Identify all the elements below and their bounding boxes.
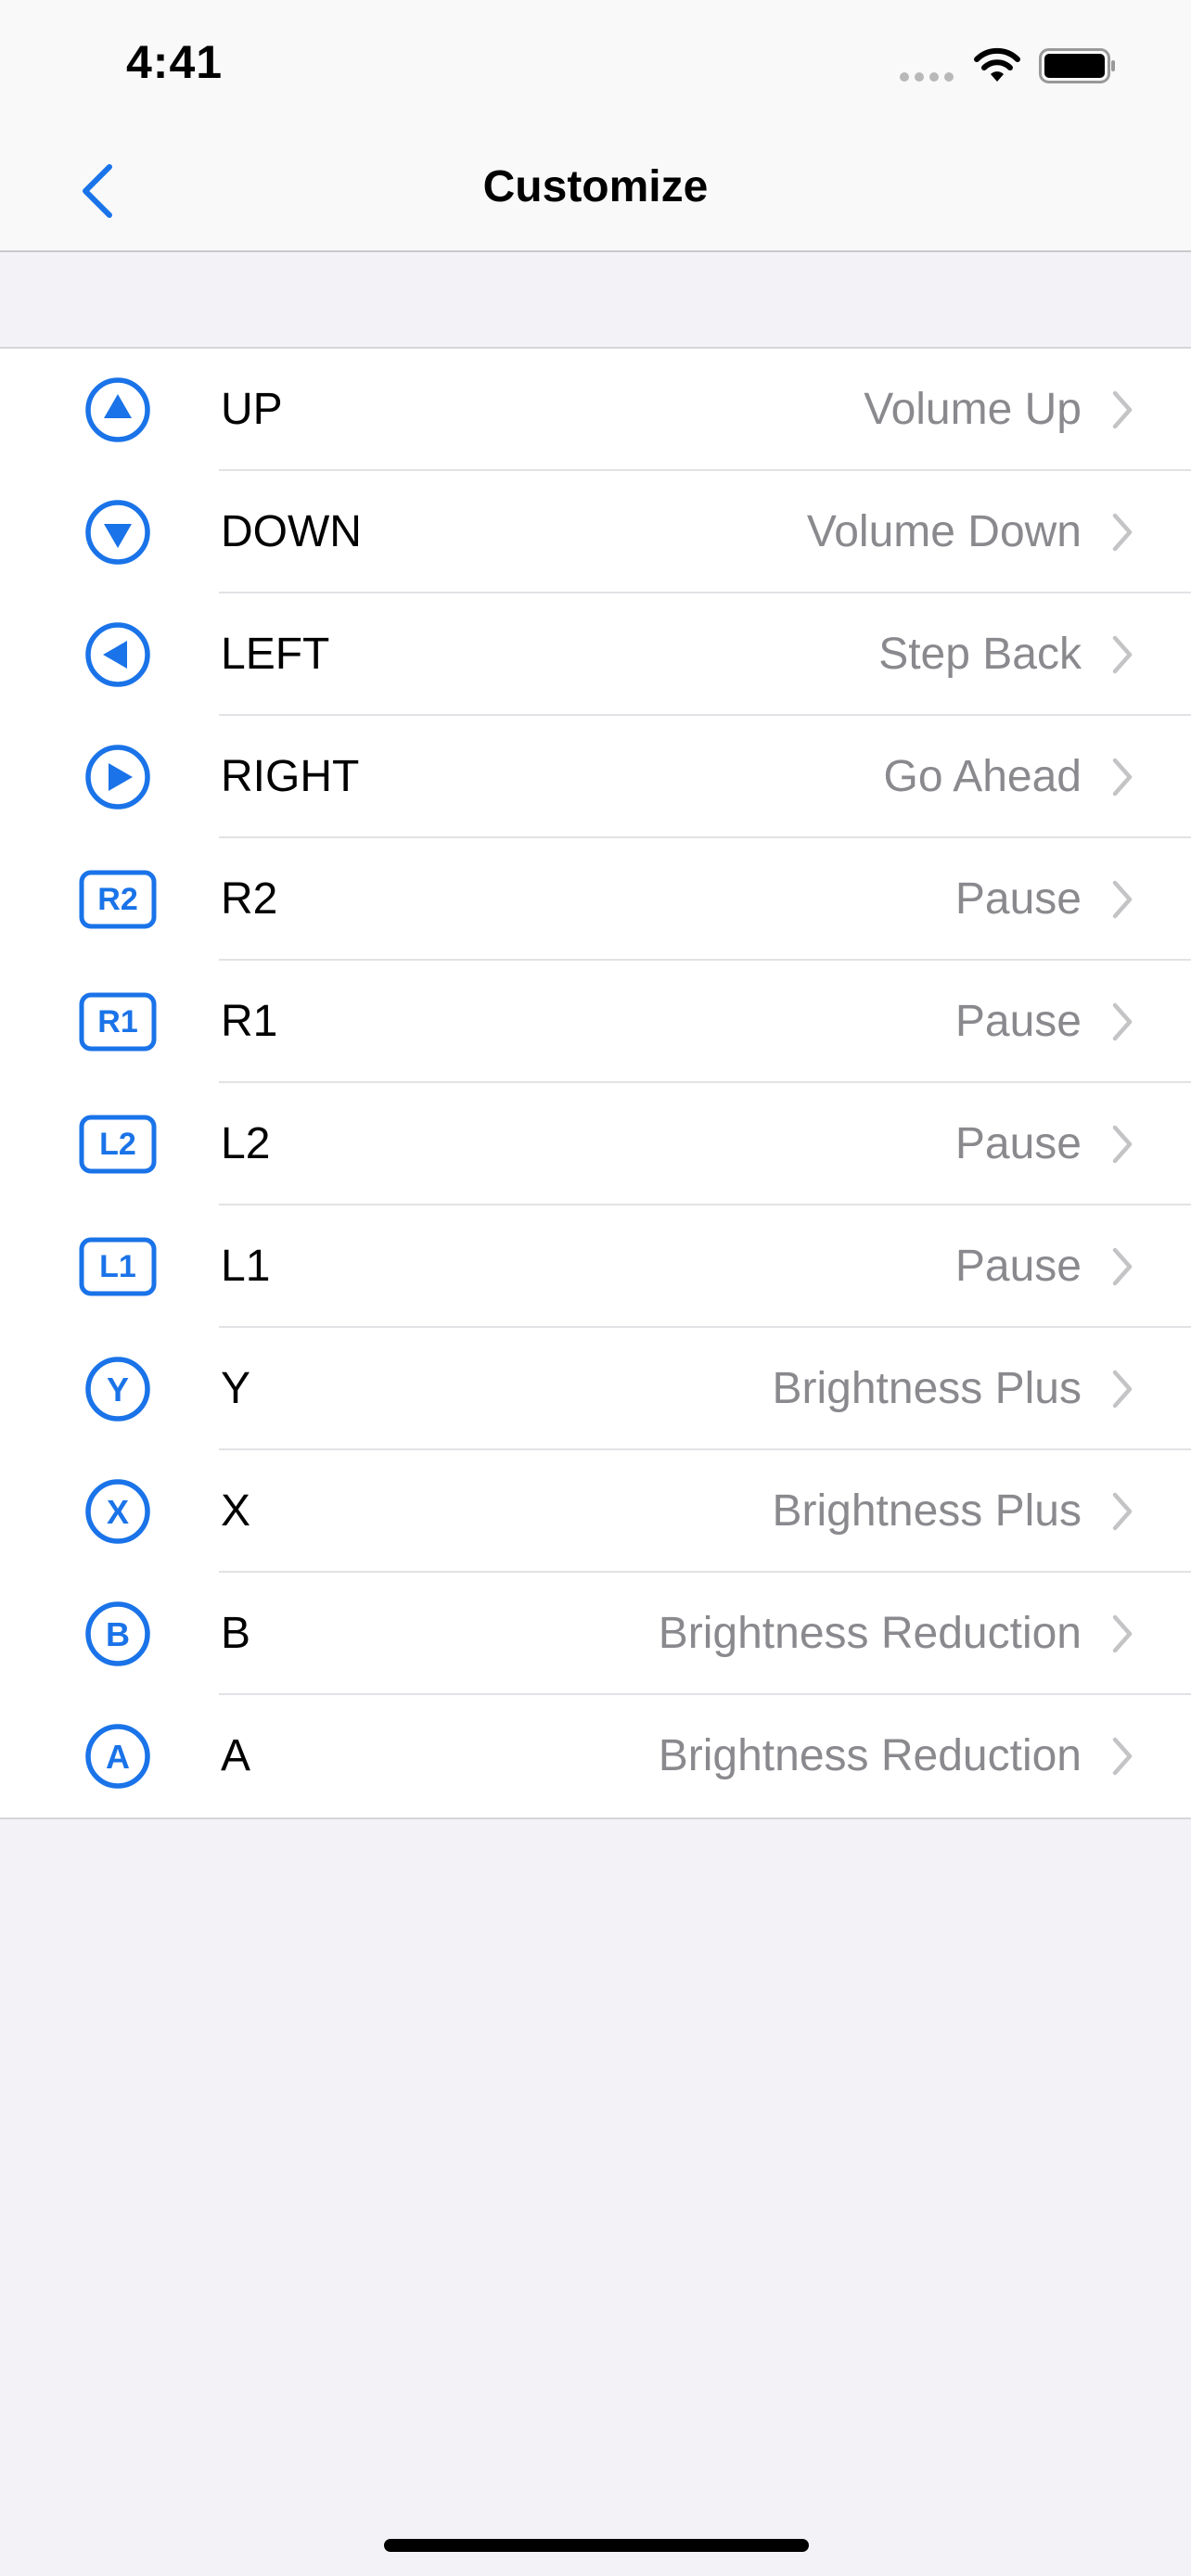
status-bar: 4:41 <box>0 0 1191 130</box>
row-value: Volume Down <box>806 507 1082 556</box>
row-value: Brightness Plus <box>772 1486 1082 1536</box>
svg-text:Y: Y <box>107 1371 129 1409</box>
list-item-right[interactable]: RIGHT Go Ahead <box>0 716 1191 838</box>
wifi-icon <box>974 47 1020 82</box>
row-value: Step Back <box>878 630 1082 679</box>
svg-text:A: A <box>106 1738 130 1776</box>
chevron-right-icon <box>1112 880 1133 919</box>
svg-text:X: X <box>107 1493 129 1531</box>
y-button-icon: Y <box>85 1357 150 1422</box>
chevron-right-icon <box>1112 513 1133 552</box>
row-value: Pause <box>954 874 1082 924</box>
svg-text:L2: L2 <box>99 1127 136 1162</box>
row-label: X <box>221 1486 251 1536</box>
a-button-icon: A <box>85 1724 150 1789</box>
triangle-left-icon <box>85 622 150 687</box>
row-label: UP <box>221 385 283 434</box>
list-item-x[interactable]: X X Brightness Plus <box>0 1450 1191 1573</box>
list-item-r2[interactable]: R2 R2 Pause <box>0 838 1191 961</box>
row-label: R1 <box>221 997 278 1046</box>
navigation-bar: Customize <box>0 130 1191 252</box>
list-item-b[interactable]: B B Brightness Reduction <box>0 1573 1191 1695</box>
row-value: Volume Up <box>864 385 1082 434</box>
chevron-right-icon <box>1112 1492 1133 1531</box>
list-item-down[interactable]: DOWN Volume Down <box>0 471 1191 593</box>
l2-button-icon: L2 <box>79 1115 157 1174</box>
l1-button-icon: L1 <box>79 1237 157 1296</box>
mapping-list: UP Volume Up DOWN Volume Down LEFT Step … <box>0 347 1191 1819</box>
row-label: B <box>221 1609 251 1658</box>
home-indicator[interactable] <box>384 2539 809 2552</box>
row-value: Brightness Plus <box>772 1364 1082 1413</box>
chevron-right-icon <box>1112 1125 1133 1164</box>
triangle-up-icon <box>85 377 150 442</box>
battery-icon <box>1039 48 1115 83</box>
row-label: RIGHT <box>221 752 360 801</box>
row-label: L1 <box>221 1242 271 1291</box>
row-value: Pause <box>954 1242 1082 1291</box>
list-item-y[interactable]: Y Y Brightness Plus <box>0 1328 1191 1450</box>
page-title: Customize <box>482 162 709 211</box>
row-value: Go Ahead <box>883 752 1082 801</box>
row-label: A <box>221 1731 251 1780</box>
chevron-right-icon <box>1112 1737 1133 1776</box>
svg-text:L1: L1 <box>99 1249 136 1284</box>
list-item-left[interactable]: LEFT Step Back <box>0 593 1191 716</box>
chevron-right-icon <box>1112 1614 1133 1653</box>
triangle-right-icon <box>85 745 150 810</box>
chevron-right-icon <box>1112 635 1133 674</box>
svg-text:R2: R2 <box>97 882 137 917</box>
svg-text:B: B <box>106 1615 130 1653</box>
x-button-icon: X <box>85 1479 150 1544</box>
row-label: DOWN <box>221 507 362 556</box>
row-value: Brightness Reduction <box>658 1731 1082 1780</box>
row-label: LEFT <box>221 630 330 679</box>
triangle-down-icon <box>85 500 150 565</box>
r2-button-icon: R2 <box>79 870 157 929</box>
list-item-r1[interactable]: R1 R1 Pause <box>0 961 1191 1083</box>
chevron-right-icon <box>1112 1247 1133 1286</box>
list-item-up[interactable]: UP Volume Up <box>0 349 1191 471</box>
chevron-right-icon <box>1112 1002 1133 1041</box>
chevron-right-icon <box>1112 1370 1133 1409</box>
b-button-icon: B <box>85 1601 150 1666</box>
svg-text:R1: R1 <box>97 1004 137 1039</box>
chevron-right-icon <box>1112 390 1133 429</box>
cellular-signal-icon <box>900 72 954 82</box>
row-value: Pause <box>954 997 1082 1046</box>
list-item-l2[interactable]: L2 L2 Pause <box>0 1083 1191 1205</box>
row-value: Brightness Reduction <box>658 1609 1082 1658</box>
row-label: Y <box>221 1364 251 1413</box>
r1-button-icon: R1 <box>79 992 157 1052</box>
list-item-a[interactable]: A A Brightness Reduction <box>0 1695 1191 1817</box>
chevron-right-icon <box>1112 758 1133 797</box>
list-item-l1[interactable]: L1 L1 Pause <box>0 1205 1191 1328</box>
row-label: R2 <box>221 874 278 924</box>
row-value: Pause <box>954 1119 1082 1168</box>
row-label: L2 <box>221 1119 271 1168</box>
status-time: 4:41 <box>126 36 224 88</box>
